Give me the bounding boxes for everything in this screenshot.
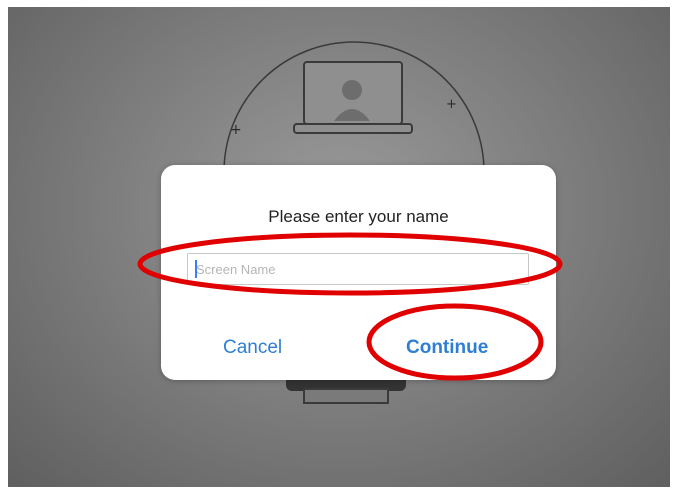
lower-device-stand (303, 388, 389, 404)
text-cursor (195, 260, 197, 278)
continue-button[interactable]: Continue (406, 337, 488, 359)
cancel-button[interactable]: Cancel (223, 337, 282, 359)
sparkle-right: + (446, 97, 457, 112)
sparkle-left: + (230, 122, 242, 138)
avatar-head (342, 80, 362, 100)
dialog-title: Please enter your name (268, 207, 449, 226)
name-prompt-dialog: Please enter your name Cancel Continue (161, 165, 556, 380)
app-screen: + + Please enter your name Cancel Contin… (8, 7, 670, 487)
screen-name-input[interactable] (187, 253, 529, 285)
laptop-base (293, 123, 413, 134)
